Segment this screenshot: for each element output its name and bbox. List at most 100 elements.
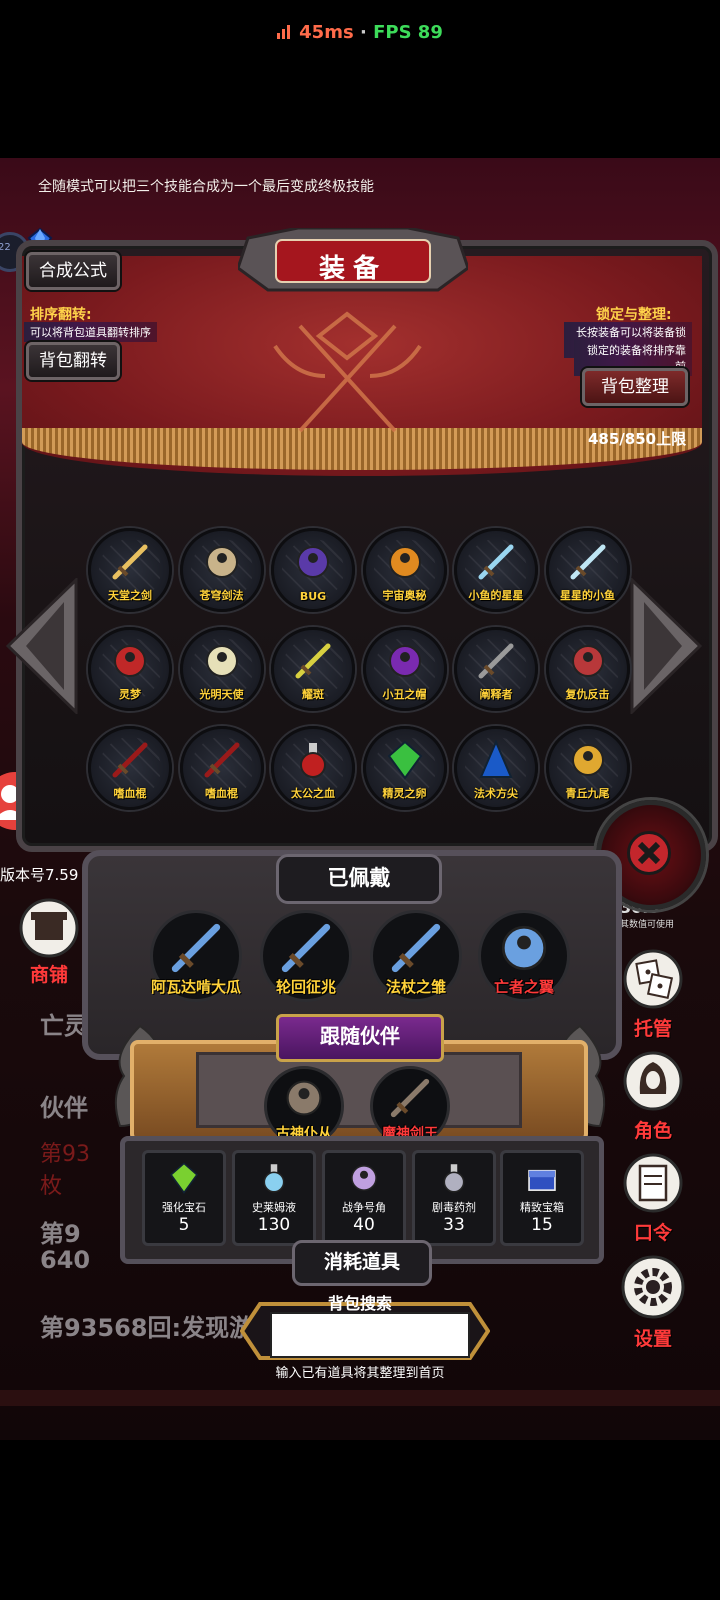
bottle-icon xyxy=(263,1164,285,1193)
consumable-count: 130 xyxy=(257,1215,291,1235)
wand-icon xyxy=(171,923,221,973)
worn-slot[interactable]: 亡者之翼 xyxy=(478,910,570,1002)
worn-title: 已佩戴 xyxy=(276,854,442,904)
role-label: 角色 xyxy=(633,1120,672,1142)
item-name: BUG xyxy=(299,590,327,603)
inventory-slot[interactable]: 小丑之帽 xyxy=(362,627,447,711)
item-name: 天堂之剑 xyxy=(108,589,152,602)
sort-bag-button[interactable]: 背包整理 xyxy=(582,368,688,406)
companion-title: 跟随伙伴 xyxy=(276,1014,444,1062)
inventory-slot[interactable]: 太公之血 xyxy=(271,726,355,810)
bag-capacity: 485/850上限 xyxy=(588,430,687,448)
bg-text-1: 亡灵 xyxy=(40,1012,88,1040)
item-name: 法术方尖 xyxy=(474,787,518,800)
inventory-slot[interactable]: 嗜血棍 xyxy=(179,726,264,810)
craft-formula-button[interactable]: 合成公式 xyxy=(26,252,120,290)
inventory-slot[interactable]: 耀斑 xyxy=(271,627,355,711)
armor-icon xyxy=(571,645,604,677)
inventory-slot[interactable]: 精灵之卵 xyxy=(362,726,447,810)
code-button[interactable]: 口令 xyxy=(620,1152,686,1245)
poison-icon xyxy=(443,1164,465,1193)
role-button[interactable]: 角色 xyxy=(620,1050,686,1143)
code-label: 口令 xyxy=(633,1222,672,1244)
worn-slot[interactable]: 法杖之雏 xyxy=(370,910,462,1002)
level-text: 22 xyxy=(0,242,11,253)
shop-button[interactable]: 商铺 xyxy=(14,898,84,987)
consumable-name: 剧毒药剂 xyxy=(432,1201,476,1214)
blood-staff-icon xyxy=(204,742,239,778)
flip-bag-button[interactable]: 背包翻转 xyxy=(26,342,120,380)
stat-label: 其数值可使用 xyxy=(620,920,675,930)
inventory-slot[interactable]: 青丘九尾 xyxy=(545,726,630,810)
fps-text: FPS 89 xyxy=(373,22,443,43)
worn-slot[interactable]: 阿瓦达啃大瓜 xyxy=(150,910,242,1002)
inventory-slot[interactable]: 天堂之剑 xyxy=(88,528,172,612)
consumable-name: 战争号角 xyxy=(342,1201,386,1214)
scroll-icon xyxy=(623,1153,683,1213)
shop-label: 商铺 xyxy=(29,964,68,986)
consumable-slot[interactable]: 精致宝箱 15 xyxy=(500,1150,584,1246)
worn-slot[interactable]: 轮回征兆 xyxy=(260,910,352,1002)
blood-staff-icon xyxy=(112,742,148,778)
consumable-slot[interactable]: 剧毒药剂 33 xyxy=(412,1150,496,1246)
companion-slot[interactable]: 魔神剑王 xyxy=(370,1066,450,1146)
consumable-name: 精致宝箱 xyxy=(520,1201,564,1214)
scroll-icon xyxy=(205,546,238,578)
search-input[interactable] xyxy=(270,1312,470,1358)
consumable-name: 强化宝石 xyxy=(162,1201,206,1214)
consumable-count: 33 xyxy=(443,1215,465,1235)
consumables-title: 消耗道具 xyxy=(292,1240,432,1286)
item-name: 小鱼的星星 xyxy=(468,589,524,602)
close-icon xyxy=(627,831,671,875)
inventory-slot[interactable]: BUG xyxy=(271,528,355,612)
consumable-slot[interactable]: 强化宝石 5 xyxy=(142,1150,226,1246)
item-name: 星星的小鱼 xyxy=(560,589,615,602)
hooded-figure-icon xyxy=(623,1051,683,1111)
shop-icon xyxy=(19,898,79,958)
bottom-bar xyxy=(0,1390,720,1406)
inventory-slot[interactable]: 复仇反击 xyxy=(545,627,630,711)
ping-text: 45ms xyxy=(299,22,354,43)
settings-label: 设置 xyxy=(633,1328,672,1350)
lock-sort-title: 锁定与整理: xyxy=(596,307,672,323)
inventory-slot[interactable]: 苍穹剑法 xyxy=(179,528,264,612)
consumable-slot[interactable]: 战争号角 40 xyxy=(322,1150,406,1246)
companion-slot[interactable]: 古神仆从 xyxy=(264,1066,344,1146)
bg-text-3: 第93 xyxy=(40,1142,90,1167)
consumable-name: 史莱姆液 xyxy=(252,1201,296,1214)
item-name: 苍穹剑法 xyxy=(199,589,244,602)
item-name: 光明天使 xyxy=(199,688,244,701)
manage-button[interactable]: 托管 xyxy=(620,948,686,1041)
next-page-arrow[interactable] xyxy=(630,578,702,714)
inventory-slot[interactable]: 嗜血棍 xyxy=(88,726,172,810)
search-hint: 输入已有道具将其整理到首页 xyxy=(275,1366,445,1381)
angel-icon xyxy=(205,645,238,677)
ancient-servant-icon xyxy=(286,1080,322,1116)
item-name: 嗜血棍 xyxy=(113,787,147,800)
consumable-count: 40 xyxy=(353,1215,375,1235)
inventory-slot[interactable]: 灵梦 xyxy=(88,627,172,711)
inventory-slot[interactable]: 小鱼的星星 xyxy=(454,528,538,612)
item-name: 精灵之卵 xyxy=(382,787,427,800)
prev-page-arrow[interactable] xyxy=(6,578,78,714)
nine-tails-icon xyxy=(571,744,604,776)
sort-flip-desc: 可以将背包道具翻转排序 xyxy=(24,322,157,342)
consumable-count: 5 xyxy=(178,1215,190,1235)
inventory-slot[interactable]: 法术方尖 xyxy=(454,726,538,810)
mace-staff-icon xyxy=(391,923,441,973)
inventory-slot[interactable]: 阐释者 xyxy=(454,627,538,711)
inventory-slot[interactable]: 星星的小鱼 xyxy=(545,528,630,612)
item-name: 青丘九尾 xyxy=(565,787,610,800)
crossed-swords-emblem xyxy=(273,311,422,433)
manage-label: 托管 xyxy=(633,1018,672,1040)
status-separator: · xyxy=(359,22,367,43)
inventory-slot[interactable]: 光明天使 xyxy=(179,627,264,711)
tome-icon xyxy=(388,546,421,578)
consumable-slot[interactable]: 史莱姆液 130 xyxy=(232,1150,316,1246)
dice-icon xyxy=(623,949,683,1009)
jester-hat-icon xyxy=(388,645,421,677)
item-name: 复仇反击 xyxy=(565,688,610,701)
item-name: 宇宙奥秘 xyxy=(382,589,427,602)
item-name: 小丑之帽 xyxy=(382,688,427,701)
inventory-slot[interactable]: 宇宙奥秘 xyxy=(362,528,447,612)
